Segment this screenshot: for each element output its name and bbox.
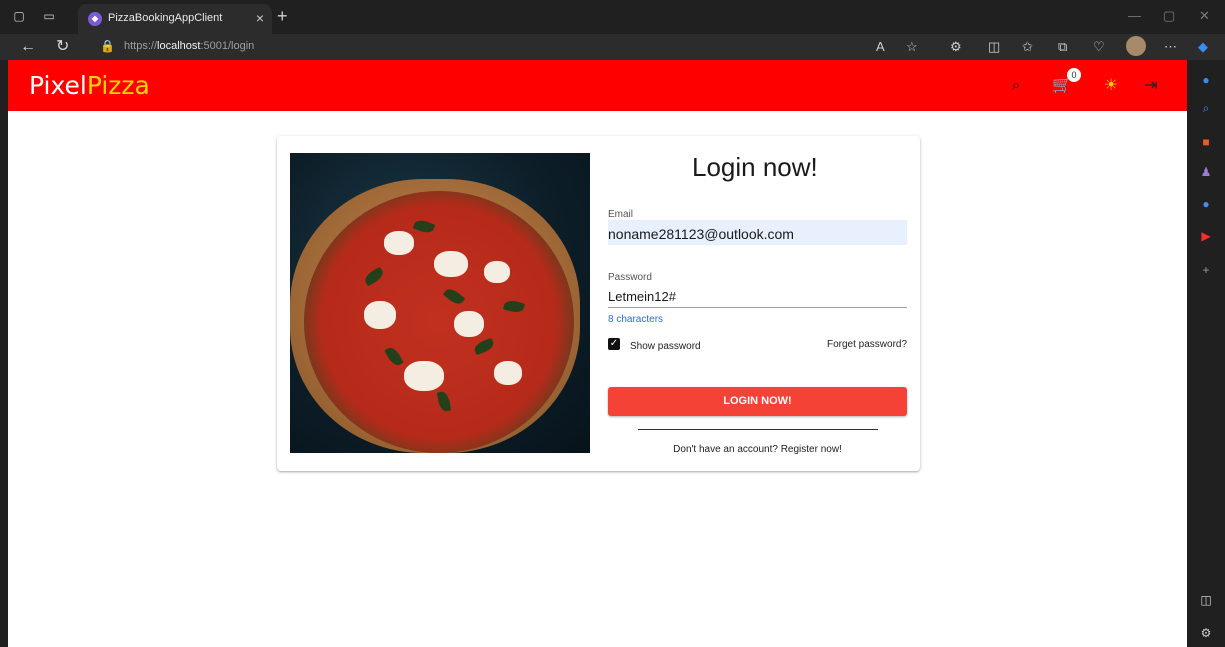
back-icon[interactable]: ←	[20, 38, 36, 56]
site-info-icon[interactable]: 🔒	[100, 39, 115, 53]
password-underline	[608, 307, 907, 308]
add-icon[interactable]: +	[1198, 262, 1214, 278]
title-bar: ▢ ▭ ◆ PizzaBookingAppClient × + — ▢ ✕	[0, 0, 1225, 34]
people-icon[interactable]: ♟	[1198, 164, 1214, 180]
refresh-icon[interactable]: ↻	[56, 38, 69, 56]
performance-icon[interactable]: ♡	[1093, 39, 1105, 55]
browser-window: ▢ ▭ ◆ PizzaBookingAppClient × + — ▢ ✕ ← …	[0, 0, 1225, 647]
notification-icon[interactable]: ●	[1198, 72, 1214, 88]
pizza	[304, 191, 574, 453]
password-label: Password	[608, 272, 652, 283]
edge-sidebar: ● ⌕ ■ ♟ ● ▶ + ◫ ⚙	[1187, 60, 1225, 647]
email-value[interactable]: noname281123@outlook.com	[608, 226, 794, 242]
tools-icon[interactable]: ■	[1198, 134, 1214, 150]
divider	[638, 429, 878, 430]
read-aloud-icon[interactable]: A	[876, 39, 885, 54]
show-password-label[interactable]: Show password	[630, 341, 701, 352]
password-hint: 8 characters	[608, 314, 664, 325]
cart-count-badge: 0	[1067, 68, 1081, 82]
forgot-password-link[interactable]: Forget password?	[827, 339, 907, 350]
sidebar-toggle-icon[interactable]: ◫	[1198, 592, 1214, 608]
collections-icon[interactable]: ⧉	[1058, 39, 1067, 55]
split-screen-icon[interactable]: ◫	[988, 39, 1000, 55]
wooden-board	[290, 179, 580, 453]
login-icon[interactable]: ⇥	[1141, 76, 1161, 96]
login-card: Login now! Email noname281123@outlook.co…	[277, 136, 920, 471]
password-field[interactable]: Letmein12#	[608, 289, 676, 304]
minimize-icon[interactable]: —	[1128, 8, 1141, 23]
address-bar[interactable]: 🔒 https://localhost:5001/login	[92, 36, 932, 58]
search-icon[interactable]: ⌕	[1198, 100, 1214, 116]
navigation-bar: ← ↻ 🔒 https://localhost:5001/login A ☆ ⚙…	[0, 34, 1225, 60]
app-favicon-icon: ◆	[88, 12, 102, 26]
theme-toggle-sun-icon[interactable]: ☀	[1101, 76, 1121, 96]
tab-actions-icon[interactable]: ▭	[42, 9, 56, 23]
email-label: Email	[608, 209, 634, 220]
copilot-icon[interactable]: ◆	[1198, 39, 1208, 55]
brand-logo[interactable]: PixelPizza	[29, 71, 150, 100]
youtube-icon[interactable]: ▶	[1198, 228, 1214, 244]
browser-tab[interactable]: ◆ PizzaBookingAppClient ×	[78, 4, 272, 34]
new-tab-icon[interactable]: +	[277, 6, 288, 27]
pizza-image	[290, 153, 590, 453]
extensions-icon[interactable]: ⚙	[950, 39, 962, 55]
workspaces-icon[interactable]: ▢	[12, 9, 26, 23]
profile-avatar[interactable]	[1126, 36, 1146, 56]
show-password-checkbox[interactable]: ✓	[608, 338, 620, 350]
search-icon[interactable]: ⌕	[1006, 76, 1026, 96]
favorite-star-icon[interactable]: ☆	[906, 39, 918, 55]
close-window-icon[interactable]: ✕	[1199, 8, 1210, 24]
tab-title: PizzaBookingAppClient	[108, 12, 223, 24]
close-tab-icon[interactable]: ×	[256, 10, 264, 26]
url-text[interactable]: https://localhost:5001/login	[124, 40, 254, 52]
page-title: Login now!	[692, 152, 818, 182]
login-button[interactable]: LOGIN NOW!	[608, 387, 907, 416]
office-icon[interactable]: ●	[1198, 196, 1214, 212]
page-viewport: PixelPizza ⌕ 🛒 0 ☀ ⇥ Login now! Email no…	[8, 60, 1187, 647]
app-header: PixelPizza ⌕ 🛒 0 ☀ ⇥	[8, 60, 1187, 111]
maximize-icon[interactable]: ▢	[1163, 8, 1175, 24]
settings-gear-icon[interactable]: ⚙	[1198, 625, 1214, 641]
favorites-icon[interactable]: ✩	[1022, 39, 1033, 55]
more-icon[interactable]: ⋯	[1164, 39, 1177, 55]
register-link[interactable]: Don't have an account? Register now!	[608, 444, 907, 455]
